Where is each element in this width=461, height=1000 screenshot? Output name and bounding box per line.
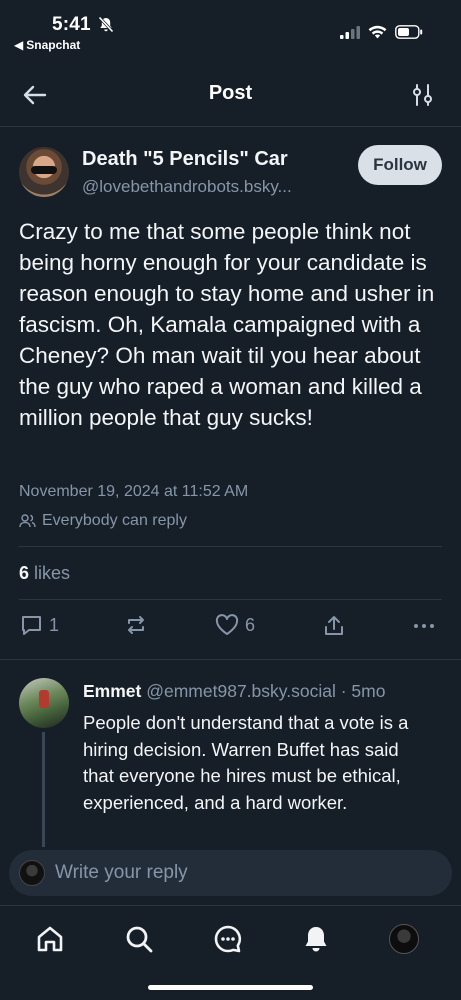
like-count: 6	[245, 614, 256, 635]
page-title: Post	[208, 82, 253, 104]
reply-author-handle: @emmet987.bsky.social	[146, 681, 336, 701]
tab-notifications[interactable]	[299, 922, 333, 956]
bell-off-icon	[98, 16, 114, 33]
post-text: Crazy to me that some people think not b…	[19, 219, 435, 430]
back-to-app-link[interactable]: ◀ Snapchat	[14, 38, 80, 52]
search-icon	[126, 926, 153, 953]
profile-avatar	[389, 924, 419, 954]
reply-age: · 5mo	[340, 681, 386, 701]
home-icon	[37, 926, 63, 952]
post-actions: 1 6	[0, 614, 461, 644]
share-button[interactable]	[323, 614, 345, 637]
reply-button[interactable]: 1	[20, 614, 59, 637]
status-time: 5:41	[52, 14, 91, 35]
thread-line	[42, 732, 45, 847]
more-options-button[interactable]	[412, 614, 436, 638]
tab-search[interactable]	[122, 922, 156, 956]
signal-icon	[340, 25, 360, 39]
author-avatar[interactable]	[19, 147, 69, 197]
comment-icon	[22, 616, 41, 635]
people-icon	[19, 514, 36, 528]
likes-count[interactable]: 6 likes	[19, 563, 70, 584]
divider-meta	[19, 546, 442, 547]
repost-icon	[128, 616, 144, 634]
likes-label: likes	[34, 563, 71, 583]
battery-icon	[395, 25, 423, 39]
more-dots-icon	[414, 624, 434, 628]
header-divider	[0, 126, 461, 127]
reply-author-name: Emmet	[83, 681, 142, 701]
chat-icon	[214, 925, 242, 953]
back-app-label: Snapchat	[26, 38, 81, 52]
author-handle[interactable]: @lovebethandrobots.bsky...	[82, 177, 292, 197]
post-date: November 19, 2024 at 11:52 AM	[19, 483, 249, 500]
share-icon	[325, 616, 343, 635]
home-indicator	[148, 985, 313, 990]
tab-chat[interactable]	[211, 922, 245, 956]
back-triangle-icon: ◀	[14, 38, 24, 52]
tab-profile[interactable]	[387, 922, 421, 956]
reply-permission[interactable]: Everybody can reply	[19, 512, 187, 530]
reply-composer[interactable]: Write your reply	[9, 850, 452, 896]
heart-icon	[215, 614, 239, 635]
reply-permission-label: Everybody can reply	[42, 512, 187, 529]
author-name[interactable]: Death "5 Pencils" Car	[82, 148, 288, 171]
divider-actions	[0, 659, 461, 660]
bell-icon	[305, 927, 327, 952]
composer-placeholder: Write your reply	[55, 862, 188, 883]
like-button[interactable]: 6	[215, 614, 255, 636]
reply-count: 1	[49, 615, 60, 635]
settings-sliders-icon[interactable]	[412, 83, 434, 107]
status-indicators	[340, 25, 423, 39]
divider-likes	[19, 599, 442, 600]
repost-button[interactable]	[124, 614, 148, 636]
tab-home[interactable]	[33, 922, 67, 956]
reply-author-avatar[interactable]	[19, 678, 69, 728]
likes-number: 6	[19, 563, 30, 583]
follow-button[interactable]: Follow	[358, 145, 442, 185]
wifi-icon	[368, 25, 387, 39]
composer-avatar	[19, 860, 45, 886]
reply-text: People don't understand that a vote is a…	[83, 712, 409, 813]
reply-header[interactable]: Emmet @emmet987.bsky.social · 5mo	[83, 681, 385, 702]
